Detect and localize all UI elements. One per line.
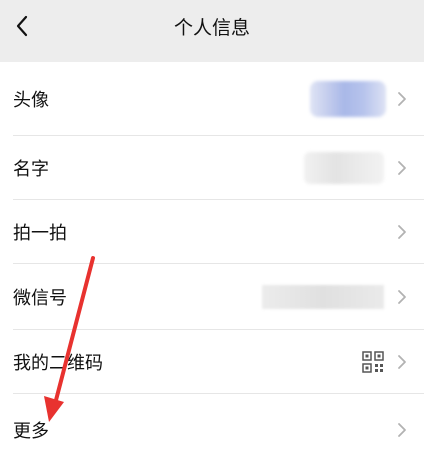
settings-list: 头像 名字 拍一拍 微信号 我的二维码 更多: [0, 62, 424, 465]
row-label-more: 更多: [13, 420, 49, 442]
row-more[interactable]: 更多: [0, 394, 424, 465]
row-label-qr-code: 我的二维码: [13, 353, 103, 374]
avatar-image: [310, 81, 386, 117]
chevron-right-icon: [396, 421, 408, 439]
row-label-avatar: 头像: [13, 90, 49, 111]
row-qr-code[interactable]: 我的二维码: [0, 330, 424, 394]
name-value-blurred: [304, 152, 384, 184]
row-label-wechat-id: 微信号: [13, 288, 67, 309]
row-label-pat: 拍一拍: [13, 223, 67, 244]
chevron-right-icon: [396, 90, 408, 108]
page-title: 个人信息: [173, 16, 250, 39]
chevron-right-icon: [396, 159, 408, 177]
chevron-right-icon: [396, 288, 408, 306]
row-pat[interactable]: 拍一拍: [0, 200, 424, 264]
row-name[interactable]: 名字: [0, 136, 424, 200]
wechat-id-value-blurred: [262, 285, 384, 309]
row-avatar[interactable]: 头像: [0, 62, 424, 136]
navigation-bar: 个人信息: [0, 0, 424, 52]
qr-code-icon: [362, 351, 384, 373]
row-wechat-id[interactable]: 微信号: [0, 264, 424, 330]
chevron-right-icon: [396, 353, 408, 371]
row-label-name: 名字: [13, 159, 49, 180]
section-gap: [0, 52, 424, 62]
chevron-right-icon: [396, 223, 408, 241]
